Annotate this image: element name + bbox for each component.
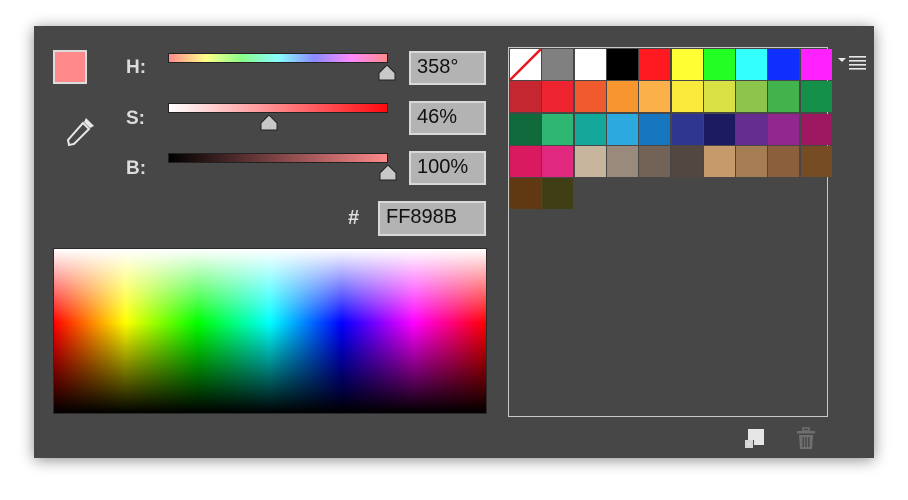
new-swatch-icon[interactable] — [743, 426, 767, 450]
swatch[interactable] — [768, 49, 800, 80]
swatch[interactable] — [800, 113, 832, 145]
swatch[interactable] — [671, 145, 703, 177]
swatch[interactable] — [510, 145, 541, 177]
swatch[interactable] — [574, 145, 606, 177]
hue-label: H: — [126, 57, 147, 78]
swatch[interactable] — [736, 113, 768, 145]
swatch[interactable] — [671, 113, 703, 145]
swatch[interactable] — [542, 178, 574, 210]
brightness-value-field[interactable]: 100% — [409, 151, 486, 185]
swatch[interactable] — [639, 113, 671, 145]
hue-slider-thumb[interactable] — [377, 64, 397, 86]
swatch[interactable] — [542, 145, 574, 177]
swatch-none[interactable] — [509, 48, 542, 81]
swatch-grid — [508, 47, 832, 417]
swatch[interactable] — [639, 81, 671, 113]
swatch[interactable] — [800, 145, 832, 177]
swatch[interactable] — [510, 81, 541, 113]
swatch[interactable] — [703, 81, 735, 113]
swatch[interactable] — [703, 145, 735, 177]
swatch[interactable] — [542, 81, 574, 113]
swatch[interactable] — [574, 113, 606, 145]
hex-hash-label: # — [348, 207, 360, 229]
brightness-slider-track[interactable] — [168, 153, 388, 163]
swatch[interactable] — [606, 81, 638, 113]
swatch[interactable] — [639, 145, 671, 177]
delete-swatch-icon[interactable] — [794, 426, 818, 450]
brightness-label: B: — [126, 158, 147, 179]
swatch[interactable] — [510, 178, 541, 210]
swatch[interactable] — [736, 81, 768, 113]
swatch[interactable] — [768, 145, 800, 177]
swatch[interactable] — [574, 49, 606, 80]
swatch[interactable] — [671, 49, 703, 80]
swatch[interactable] — [574, 81, 606, 113]
saturation-slider-track[interactable] — [168, 103, 388, 113]
swatch[interactable] — [671, 81, 703, 113]
current-color-swatch[interactable] — [53, 50, 87, 84]
hue-value-field[interactable]: 358° — [409, 51, 486, 85]
saturation-value-field[interactable]: 46% — [409, 101, 486, 135]
swatch[interactable] — [736, 145, 768, 177]
swatch[interactable] — [703, 113, 735, 145]
swatch[interactable] — [606, 145, 638, 177]
hex-value-field[interactable]: FF898B — [378, 201, 486, 236]
swatch[interactable] — [542, 49, 574, 80]
swatch[interactable] — [639, 49, 671, 80]
swatch[interactable] — [800, 81, 832, 113]
swatch[interactable] — [606, 113, 638, 145]
swatch[interactable] — [800, 49, 832, 80]
swatch[interactable] — [736, 49, 768, 80]
hue-slider-track[interactable] — [168, 53, 388, 63]
swatch[interactable] — [768, 113, 800, 145]
swatch[interactable] — [768, 81, 800, 113]
color-spectrum-picker[interactable] — [53, 248, 487, 414]
panel-menu-icon[interactable] — [837, 54, 867, 70]
brightness-slider-thumb[interactable] — [378, 164, 398, 186]
saturation-label: S: — [126, 108, 145, 129]
swatch[interactable] — [542, 113, 574, 145]
saturation-slider-thumb[interactable] — [259, 114, 279, 136]
eyedropper-icon[interactable] — [64, 114, 98, 148]
swatch[interactable] — [510, 113, 541, 145]
color-panel: H: S: B: 358° 46% 100% # FF898B — [34, 26, 874, 458]
swatch[interactable] — [703, 49, 735, 80]
swatch[interactable] — [606, 49, 638, 80]
